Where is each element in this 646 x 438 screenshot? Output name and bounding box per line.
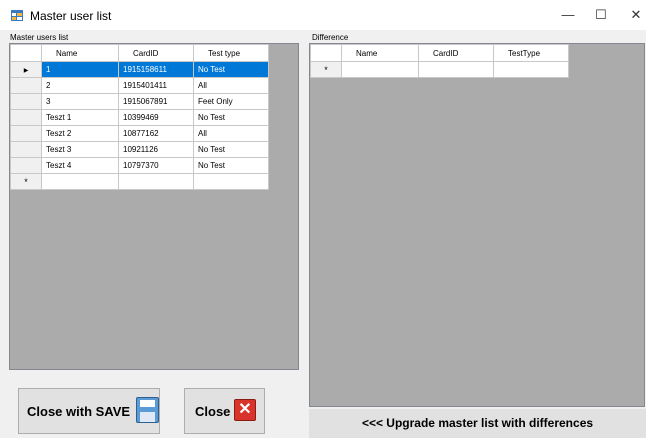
cell-cardid[interactable]: 10921126 [118,141,194,158]
grid-window-icon [11,10,23,21]
cell-name[interactable]: Teszt 2 [41,125,119,142]
table-row[interactable]: ▶ 1 1915158611 No Test [10,61,269,78]
row-header[interactable] [10,157,42,174]
row-header-corner [310,44,342,62]
new-row[interactable]: * [310,61,569,78]
row-header[interactable] [10,141,42,158]
cell-name[interactable]: Teszt 4 [41,157,119,174]
new-row-icon: * [24,176,28,187]
difference-table: Name CardID TestType * [310,44,569,78]
title-bar: Master user list — ☐ ✕ [0,0,646,30]
table-row[interactable]: 2 1915401411 All [10,77,269,94]
cell-testtype[interactable]: Feet Only [193,93,269,110]
difference-grid[interactable]: Name CardID TestType * [309,43,645,407]
cell-cardid[interactable]: 1915158611 [118,61,194,78]
upgrade-master-list-button[interactable]: <<< Upgrade master list with differences [309,409,646,438]
row-header[interactable]: * [310,61,342,78]
cell-name[interactable]: 3 [41,93,119,110]
floppy-disk-icon [136,397,159,423]
table-row[interactable]: Teszt 2 10877162 All [10,125,269,142]
cell-cardid[interactable]: 1915401411 [118,77,194,94]
column-header-testtype[interactable]: TestType [493,44,569,62]
cell-name[interactable]: 2 [41,77,119,94]
cell-testtype[interactable]: No Test [193,61,269,78]
grid-header-row: Name CardID TestType [310,44,569,62]
close-with-save-button[interactable]: Close with SAVE [18,388,160,434]
cell-cardid[interactable] [118,173,194,190]
cell-cardid[interactable] [418,61,494,78]
column-header-cardid[interactable]: CardID [118,44,194,62]
row-header-corner [10,44,42,62]
cell-testtype[interactable]: No Test [193,109,269,126]
minimize-button[interactable]: — [557,6,579,24]
maximize-button[interactable]: ☐ [590,6,612,24]
cell-cardid[interactable]: 10399469 [118,109,194,126]
column-header-name[interactable]: Name [341,44,419,62]
table-row[interactable]: 3 1915067891 Feet Only [10,93,269,110]
cell-name[interactable]: 1 [41,61,119,78]
close-label: Close [195,404,231,419]
new-row[interactable]: * [10,173,269,190]
column-header-cardid[interactable]: CardID [418,44,494,62]
new-row-icon: * [324,64,328,75]
cell-name[interactable] [341,61,419,78]
row-header[interactable] [10,93,42,110]
table-row[interactable]: Teszt 3 10921126 No Test [10,141,269,158]
window-title: Master user list [30,9,112,23]
cell-testtype[interactable] [193,173,269,190]
column-header-name[interactable]: Name [41,44,119,62]
cell-testtype[interactable]: All [193,125,269,142]
master-users-table: Name CardID Test type ▶ 1 1915158611 No … [10,44,269,190]
row-header[interactable] [10,125,42,142]
cell-name[interactable]: Teszt 3 [41,141,119,158]
red-x-icon: ✕ [234,399,256,421]
cell-cardid[interactable]: 1915067891 [118,93,194,110]
master-users-group-label: Master users list [10,33,69,42]
column-header-testtype[interactable]: Test type [193,44,269,62]
difference-group-label: Difference [312,33,349,42]
window-close-button[interactable]: ✕ [625,6,646,24]
cell-name[interactable] [41,173,119,190]
table-row[interactable]: Teszt 1 10399469 No Test [10,109,269,126]
master-users-grid[interactable]: Name CardID Test type ▶ 1 1915158611 No … [9,43,299,370]
cell-cardid[interactable]: 10877162 [118,125,194,142]
cell-testtype[interactable]: No Test [193,141,269,158]
close-with-save-label: Close with SAVE [27,404,131,419]
table-row[interactable]: Teszt 4 10797370 No Test [10,157,269,174]
cell-name[interactable]: Teszt 1 [41,109,119,126]
row-header[interactable] [10,77,42,94]
cell-testtype[interactable]: No Test [193,157,269,174]
grid-header-row: Name CardID Test type [10,44,269,62]
row-header[interactable]: ▶ [10,61,42,78]
close-button[interactable]: Close ✕ [184,388,265,434]
row-header[interactable]: * [10,173,42,190]
row-header[interactable] [10,109,42,126]
current-row-icon: ▶ [23,68,29,74]
cell-testtype[interactable]: All [193,77,269,94]
cell-cardid[interactable]: 10797370 [118,157,194,174]
cell-testtype[interactable] [493,61,569,78]
